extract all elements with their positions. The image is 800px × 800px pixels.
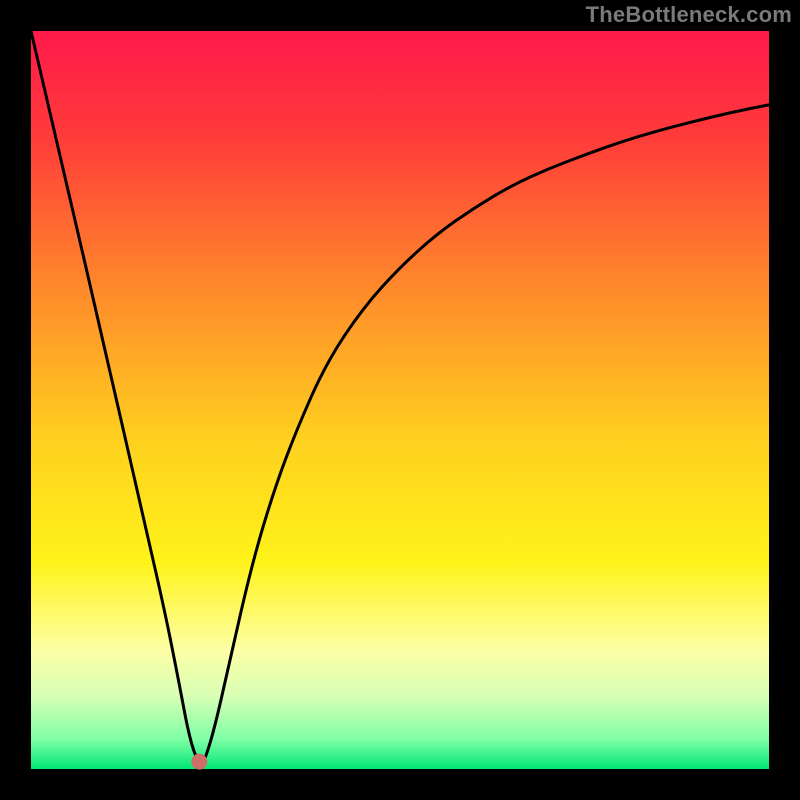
- optimal-point-marker: [191, 754, 207, 770]
- plot-area: [31, 31, 769, 769]
- watermark-text: TheBottleneck.com: [586, 2, 792, 28]
- chart-container: TheBottleneck.com: [0, 0, 800, 800]
- bottleneck-chart: [0, 0, 800, 800]
